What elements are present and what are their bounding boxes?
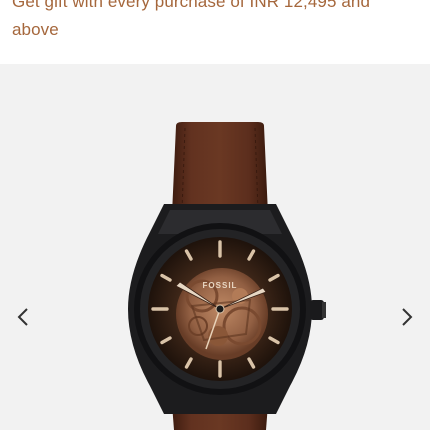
next-image-button[interactable] xyxy=(392,302,422,332)
chevron-right-icon xyxy=(402,308,413,326)
watch-brand-text: FOSSIL xyxy=(203,281,238,290)
promo-text: Get gift with every purchase of INR 12,4… xyxy=(12,0,371,39)
promo-banner: Get gift with every purchase of INR 12,4… xyxy=(0,0,430,64)
product-image-gallery[interactable]: FOSSIL xyxy=(0,64,430,430)
previous-image-button[interactable] xyxy=(8,302,38,332)
chevron-left-icon xyxy=(17,308,28,326)
product-image: FOSSIL xyxy=(128,122,326,430)
